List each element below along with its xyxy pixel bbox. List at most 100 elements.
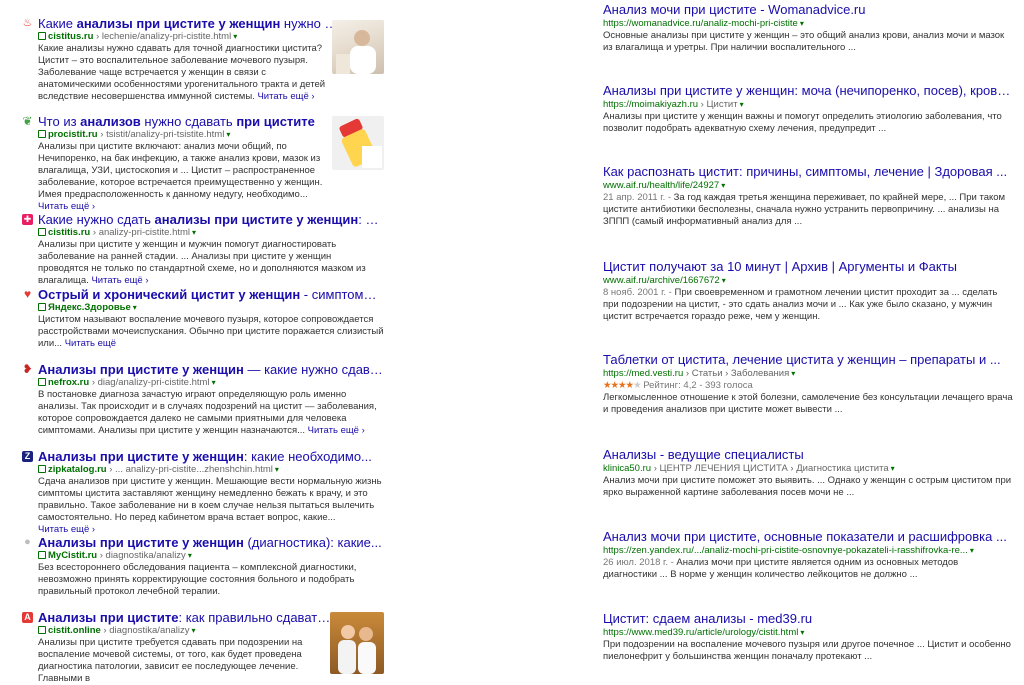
chevron-down-icon[interactable]: ▾ bbox=[233, 32, 237, 41]
result-title-link[interactable]: Анализы при цистите у женщин: моча (нечи… bbox=[603, 83, 1013, 99]
people-icon bbox=[338, 625, 376, 674]
flame-icon: ♨ bbox=[22, 17, 33, 29]
result-title-link[interactable]: Анализы при цистите у женщин — какие нуж… bbox=[22, 362, 383, 377]
chevron-down-icon[interactable]: ▾ bbox=[791, 369, 795, 378]
result-title-link[interactable]: Острый и хронический цистит у женщин - с… bbox=[22, 287, 383, 302]
result-snippet: В постановке диагноза зачастую играют оп… bbox=[38, 389, 377, 436]
lock-icon bbox=[38, 130, 46, 138]
result-title-link[interactable]: Цистит получают за 10 минут | Архив | Ар… bbox=[603, 259, 1013, 275]
result-url[interactable]: Яндекс.Здоровье ▾ bbox=[22, 302, 384, 314]
result-thumbnail[interactable] bbox=[330, 612, 384, 674]
chevron-down-icon[interactable]: ▾ bbox=[800, 19, 804, 28]
chevron-down-icon[interactable]: ▾ bbox=[970, 546, 974, 555]
result-url[interactable]: https://zen.yandex.ru/.../analiz-mochi-p… bbox=[603, 545, 1013, 557]
zip-icon: Z bbox=[22, 451, 33, 462]
search-result: ❦ Что из анализов нужно сдавать при цист… bbox=[22, 114, 384, 213]
search-result: ♨ Какие анализы при цистите у женщин нуж… bbox=[22, 16, 384, 103]
chevron-down-icon[interactable]: ▾ bbox=[721, 181, 725, 190]
result-title-link[interactable]: Цистит: сдаем анализы - med39.ru bbox=[603, 611, 1013, 627]
specimen-cup-icon bbox=[339, 118, 382, 168]
search-result: Таблетки от цистита, лечение цистита у ж… bbox=[603, 352, 1013, 416]
result-thumbnail[interactable] bbox=[332, 20, 384, 74]
search-result: Цистит получают за 10 минут | Архив | Ар… bbox=[603, 259, 1013, 323]
chevron-down-icon[interactable]: ▾ bbox=[212, 378, 216, 387]
result-snippet: Анализ мочи при цистите поможет это выяв… bbox=[603, 475, 1012, 498]
chevron-down-icon[interactable]: ▾ bbox=[800, 628, 804, 637]
search-result: Цистит: сдаем анализы - med39.ru https:/… bbox=[603, 611, 1013, 663]
result-url[interactable]: cistitus.ru › lechenie/analizy-pri-cisti… bbox=[22, 31, 328, 43]
warning-icon: A bbox=[22, 612, 33, 623]
result-title-link[interactable]: Таблетки от цистита, лечение цистита у ж… bbox=[603, 352, 1013, 368]
result-snippet: Без всестороннего обследования пациента … bbox=[38, 562, 357, 597]
result-title-link[interactable]: Анализы при цистите у женщин: какие необ… bbox=[22, 449, 383, 464]
chevron-down-icon[interactable]: ▾ bbox=[226, 130, 230, 139]
result-snippet: 21 апр. 2011 г. - За год каждая третья ж… bbox=[603, 192, 1006, 227]
chevron-down-icon[interactable]: ▾ bbox=[722, 276, 726, 285]
heart-icon: ♥ bbox=[22, 287, 33, 301]
read-more-link[interactable]: Читать ещё bbox=[65, 338, 116, 349]
star-rating-icon: ★★★★ bbox=[603, 380, 634, 391]
result-url[interactable]: MyCistit.ru › diagnostika/analizy ▾ bbox=[22, 550, 384, 562]
search-result: ♥ Острый и хронический цистит у женщин -… bbox=[22, 287, 384, 350]
result-snippet: Какие анализы нужно сдавать для точной д… bbox=[38, 43, 326, 102]
read-more-link[interactable]: Читать ещё › bbox=[308, 425, 365, 436]
search-result: ✚ Какие нужно сдать анализы при цистите … bbox=[22, 212, 384, 287]
search-result: A Анализы при цистите: как правильно сда… bbox=[22, 610, 384, 685]
chevron-down-icon[interactable]: ▾ bbox=[192, 228, 196, 237]
result-title-link[interactable]: Что из анализов нужно сдавать при цистит… bbox=[22, 114, 338, 129]
result-snippet: Анализы при цистите у женщин и мужчин по… bbox=[38, 239, 366, 286]
result-url[interactable]: https://www.med39.ru/article/urology/cis… bbox=[603, 627, 1013, 639]
result-snippet: 8 нояб. 2001 г. - При своевременном и гр… bbox=[603, 287, 998, 322]
result-title-link[interactable]: Какие нужно сдать анализы при цистите у … bbox=[22, 212, 383, 227]
lock-icon bbox=[38, 551, 46, 559]
result-title-link[interactable]: Анализы - ведущие специалисты bbox=[603, 447, 1013, 463]
result-url[interactable]: zipkatalog.ru › ... analizy-pri-cistite.… bbox=[22, 464, 384, 476]
result-url[interactable]: https://womanadvice.ru/analiz-mochi-pri-… bbox=[603, 18, 1013, 30]
lock-icon bbox=[38, 32, 46, 40]
result-url[interactable]: www.aif.ru/archive/1667672 ▾ bbox=[603, 275, 1013, 287]
kidney-icon: ❥ bbox=[22, 362, 33, 376]
chevron-down-icon[interactable]: ▾ bbox=[891, 464, 895, 473]
circle-icon: ● bbox=[22, 537, 33, 548]
lock-icon bbox=[38, 303, 46, 311]
read-more-link[interactable]: Читать ещё › bbox=[91, 275, 148, 286]
read-more-link[interactable]: Читать ещё › bbox=[257, 91, 314, 102]
result-thumbnail[interactable] bbox=[332, 116, 384, 170]
read-more-link[interactable]: Читать ещё › bbox=[38, 524, 95, 535]
result-title-link[interactable]: Как распознать цистит: причины, симптомы… bbox=[603, 164, 1013, 180]
result-url[interactable]: nefrox.ru › diag/analizy-pri-cistite.htm… bbox=[22, 377, 384, 389]
result-snippet: Легкомысленное отношение к этой болезни,… bbox=[603, 392, 1013, 415]
search-result: Z Анализы при цистите у женщин: какие не… bbox=[22, 449, 384, 536]
chevron-down-icon[interactable]: ▾ bbox=[740, 100, 744, 109]
search-result: Анализы - ведущие специалисты klinica50.… bbox=[603, 447, 1013, 499]
result-snippet: Анализы при цистите включают: анализ моч… bbox=[38, 141, 323, 212]
result-url[interactable]: cistitis.ru › analizy-pri-cistite.html ▾ bbox=[22, 227, 384, 239]
search-result: Как распознать цистит: причины, симптомы… bbox=[603, 164, 1013, 228]
result-snippet: Сдача анализов при цистите у женщин. Меш… bbox=[38, 476, 382, 535]
chevron-down-icon[interactable]: ▾ bbox=[188, 551, 192, 560]
result-title-link[interactable]: Анализ мочи при цистите, основные показа… bbox=[603, 529, 1013, 545]
result-url[interactable]: https://med.vesti.ru › Статьи › Заболева… bbox=[603, 368, 1013, 380]
result-url[interactable]: procistit.ru › tsistit/analizy-pri-tsist… bbox=[22, 129, 328, 141]
read-more-link[interactable]: Читать ещё › bbox=[38, 201, 95, 212]
result-url[interactable]: https://moimakiyazh.ru › Цистит ▾ bbox=[603, 99, 1013, 111]
result-title-link[interactable]: Анализ мочи при цистите - Womanadvice.ru bbox=[603, 2, 1013, 18]
rating: ★★★★★ Рейтинг: 4,2 - 393 голоса bbox=[603, 380, 753, 391]
result-snippet: Анализы при цистите у женщин важны и пом… bbox=[603, 111, 1002, 134]
result-url[interactable]: cistit.online › diagnostika/analizy ▾ bbox=[22, 625, 328, 637]
result-snippet: При подозрении на воспаление мочевого пу… bbox=[603, 639, 1011, 662]
lock-icon bbox=[38, 378, 46, 386]
chevron-down-icon[interactable]: ▾ bbox=[133, 303, 137, 312]
result-title-link[interactable]: Какие анализы при цистите у женщин нужно… bbox=[22, 16, 338, 31]
chevron-down-icon[interactable]: ▾ bbox=[192, 626, 196, 635]
chevron-down-icon[interactable]: ▾ bbox=[275, 465, 279, 474]
result-url[interactable]: klinica50.ru › ЦЕНТР ЛЕЧЕНИЯ ЦИСТИТА › Д… bbox=[603, 463, 1013, 475]
result-title-link[interactable]: Анализы при цистите у женщин (диагностик… bbox=[22, 535, 383, 550]
star-empty-icon: ★ bbox=[633, 380, 641, 391]
leaf-icon: ❦ bbox=[22, 114, 33, 128]
search-result: Анализ мочи при цистите - Womanadvice.ru… bbox=[603, 2, 1013, 54]
lock-icon bbox=[38, 228, 46, 236]
result-url[interactable]: www.aif.ru/health/life/24927 ▾ bbox=[603, 180, 1013, 192]
result-title-link[interactable]: Анализы при цистите: как правильно сдава… bbox=[22, 610, 333, 625]
result-snippet: Циститом называют воспаление мочевого пу… bbox=[38, 314, 384, 349]
